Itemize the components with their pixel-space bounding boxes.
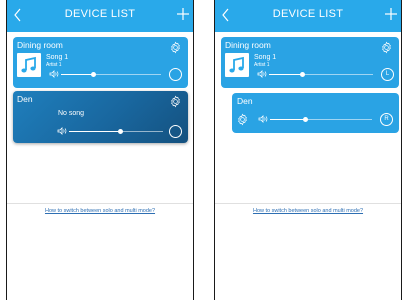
device-name: Den bbox=[17, 94, 33, 104]
volume-thumb[interactable] bbox=[90, 72, 96, 77]
volume-icon bbox=[257, 70, 267, 78]
volume-icon bbox=[57, 127, 67, 135]
add-icon[interactable] bbox=[175, 5, 191, 23]
navbar: DEVICE LIST bbox=[215, 0, 401, 32]
device-card-den[interactable]: Den No song bbox=[13, 91, 188, 143]
volume-fill bbox=[269, 74, 303, 75]
music-note-icon bbox=[229, 56, 244, 73]
volume-icon bbox=[49, 70, 59, 78]
volume-fill bbox=[61, 74, 93, 75]
settings-gear-icon[interactable] bbox=[169, 95, 182, 108]
channel-right-button[interactable]: R bbox=[380, 113, 393, 126]
settings-gear-icon[interactable] bbox=[380, 41, 393, 54]
volume-thumb[interactable] bbox=[303, 117, 309, 122]
song-title: Song 1 bbox=[254, 54, 277, 61]
volume-fill bbox=[270, 119, 306, 120]
volume-thumb[interactable] bbox=[118, 129, 124, 134]
music-note-icon bbox=[21, 56, 36, 73]
device-name: Dining room bbox=[225, 40, 271, 50]
album-art bbox=[17, 53, 41, 77]
volume-slider[interactable] bbox=[269, 72, 373, 77]
device-name: Den bbox=[237, 96, 253, 106]
divider bbox=[7, 203, 193, 204]
volume-thumb[interactable] bbox=[299, 72, 305, 77]
device-card-dining-room[interactable]: Dining room Song 1 Artist 1 bbox=[13, 37, 188, 88]
channel-left-button[interactable]: L bbox=[381, 68, 394, 81]
device-list-screen-solo: DEVICE LIST Dining room Song 1 Artist 1 bbox=[6, 0, 194, 300]
channel-toggle[interactable] bbox=[169, 68, 182, 81]
device-list-screen-multi: DEVICE LIST Dining room Song 1 Artist 1 bbox=[214, 0, 402, 300]
channel-toggle[interactable] bbox=[169, 125, 182, 138]
device-card-dining-room[interactable]: Dining room Song 1 Artist 1 L bbox=[221, 37, 399, 88]
device-name: Dining room bbox=[17, 40, 63, 50]
divider bbox=[215, 203, 401, 204]
volume-slider[interactable] bbox=[61, 72, 161, 77]
volume-fill bbox=[69, 131, 121, 132]
song-title: Song 1 bbox=[46, 54, 69, 61]
navbar: DEVICE LIST bbox=[7, 0, 193, 32]
add-icon[interactable] bbox=[383, 5, 399, 23]
artist-name: Artist 1 bbox=[254, 62, 270, 68]
help-link[interactable]: How to switch between solo and multi mod… bbox=[215, 208, 401, 214]
album-art bbox=[225, 53, 249, 77]
volume-icon bbox=[258, 115, 268, 123]
settings-gear-icon[interactable] bbox=[169, 41, 182, 54]
artist-name: Artist 1 bbox=[46, 62, 62, 68]
no-song-label: No song bbox=[58, 110, 85, 117]
page-title: DEVICE LIST bbox=[272, 8, 344, 20]
volume-slider[interactable] bbox=[270, 117, 372, 122]
settings-gear-icon[interactable] bbox=[236, 113, 249, 126]
page-title: DEVICE LIST bbox=[64, 8, 136, 20]
help-link[interactable]: How to switch between solo and multi mod… bbox=[7, 208, 193, 214]
device-card-den[interactable]: Den R bbox=[232, 93, 399, 133]
volume-slider[interactable] bbox=[69, 129, 163, 134]
